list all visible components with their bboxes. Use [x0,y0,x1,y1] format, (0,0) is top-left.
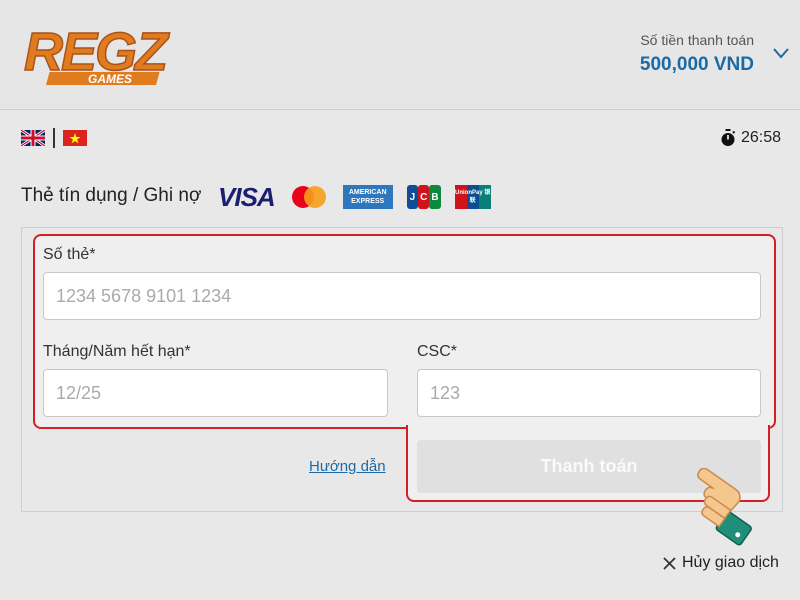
header: REGZ GAMES Số tiền thanh toán 500,000 VN… [0,0,800,110]
guide-link[interactable]: Hướng dẫn [309,458,386,475]
unionpay-logo: UnionPay 银联 [454,185,491,209]
stopwatch-icon [721,129,736,146]
language-divider [53,128,55,148]
payment-method-title: Thẻ tín dụng / Ghi nợ [21,185,202,206]
visa-logo: VISA [218,181,276,212]
amex-logo: AMERICAN EXPRESS [342,185,393,209]
cancel-transaction[interactable]: Hủy giao dịch [663,554,779,572]
amount-label: Số tiền thanh toán [640,32,754,48]
jcb-logo: JCB [406,185,441,209]
csc-label: CSC* [417,343,458,360]
card-brand-logos: VISA AMERICAN EXPRESS JCB UnionPay 银联 [218,181,491,212]
regz-games-logo: REGZ GAMES [23,21,173,86]
cancel-label: Hủy giao dịch [682,554,779,571]
uk-flag-icon[interactable] [21,130,45,146]
amount-summary: Số tiền thanh toán 500,000 VND [640,32,754,76]
chevron-down-icon[interactable] [772,46,790,60]
vn-flag-icon[interactable] [63,130,87,146]
close-icon [663,556,676,570]
card-number-label: Số thẻ* [43,246,96,263]
amount-value: 500,000 VND [639,54,754,75]
pointing-hand-icon [697,468,752,546]
card-number-input[interactable] [43,272,761,320]
expiry-input[interactable] [43,369,388,417]
csc-input[interactable] [417,369,761,417]
countdown-timer: 26:58 [741,129,782,146]
logo-sub: GAMES [88,72,132,86]
mastercard-logo [291,186,326,208]
language-bar [0,110,800,166]
expiry-label: Tháng/Năm hết hạn* [43,343,191,360]
unionpay-text: UnionPay 银联 [455,190,491,204]
